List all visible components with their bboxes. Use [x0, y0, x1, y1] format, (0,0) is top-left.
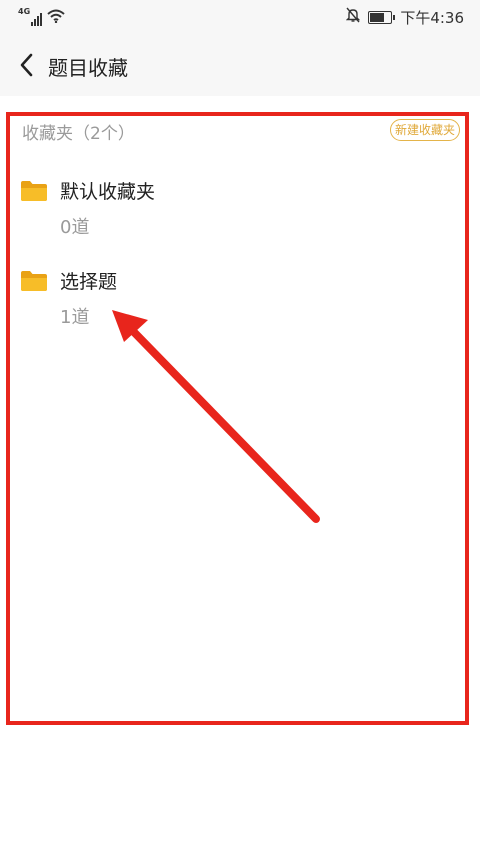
section-title: 收藏夹（2个） — [22, 124, 135, 144]
mute-bell-icon — [346, 7, 361, 27]
wifi-icon — [47, 8, 65, 27]
folder-item-default[interactable]: 默认收藏夹 0道 — [0, 174, 470, 256]
folder-name: 选择题 — [60, 271, 118, 293]
status-time: 下午4:36 — [400, 8, 464, 27]
folder-icon — [21, 271, 47, 291]
battery-icon — [368, 10, 396, 24]
signal-icon — [31, 12, 43, 26]
folder-icon — [21, 181, 47, 201]
back-button[interactable] — [16, 51, 40, 79]
folder-count: 1道 — [60, 307, 90, 328]
battery-level — [370, 12, 385, 22]
page-title: 题目收藏 — [48, 56, 128, 80]
app-header: 题目收藏 — [0, 34, 480, 96]
status-left-icons: 4G — [18, 6, 65, 28]
new-folder-button[interactable]: 新建收藏夹 — [389, 119, 460, 141]
network-type-label: 4G — [18, 7, 31, 16]
folder-item-choice[interactable]: 选择题 1道 — [0, 264, 470, 346]
folder-name: 默认收藏夹 — [60, 181, 156, 203]
folder-count: 0道 — [60, 217, 90, 238]
chevron-left-icon — [20, 53, 33, 77]
status-right-icons: 下午4:36 — [346, 7, 464, 27]
status-bar: 4G 下午4:36 — [0, 0, 480, 34]
favorites-content: 收藏夹（2个） 新建收藏夹 默认收藏夹 0道 选择题 1道 — [0, 96, 480, 853]
